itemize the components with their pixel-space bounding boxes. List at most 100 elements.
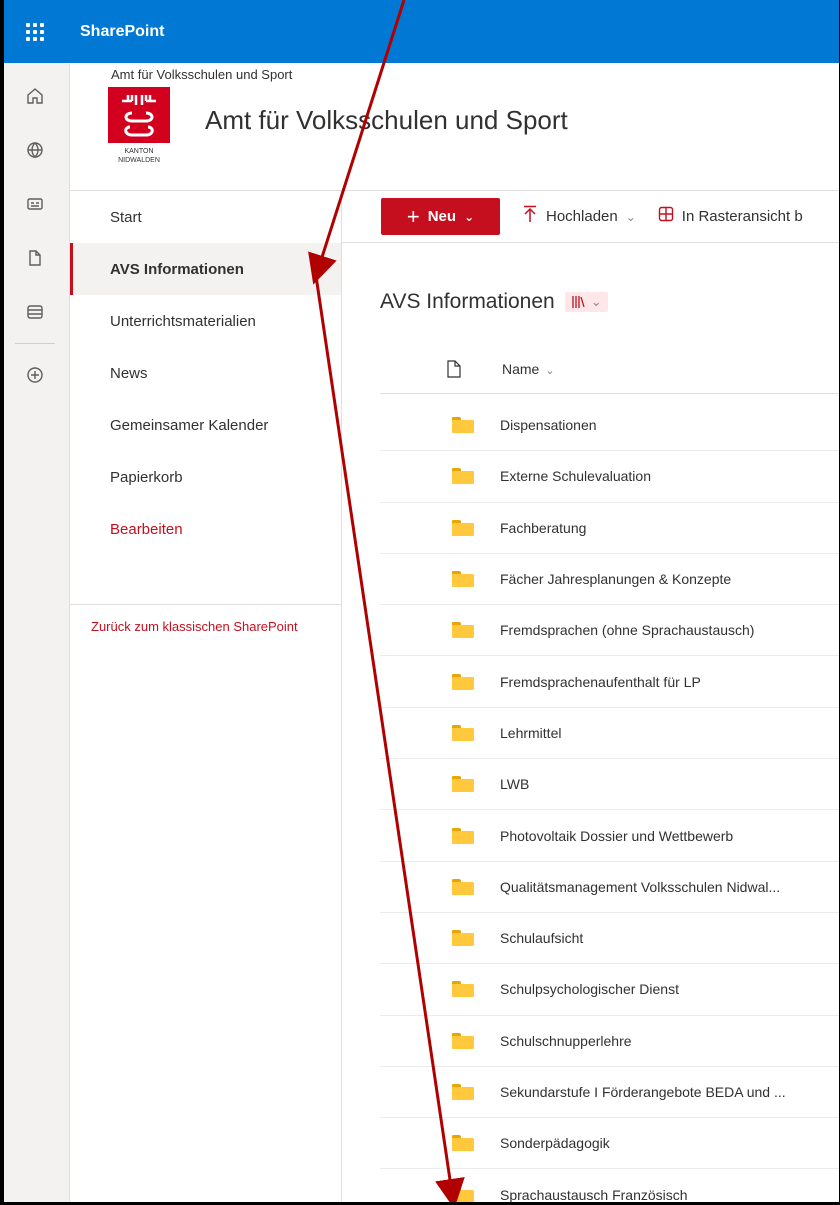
logo-text-kanton: KANTON (124, 148, 153, 155)
folder-icon (452, 981, 474, 998)
nav-edit-link[interactable]: Bearbeiten (70, 503, 341, 555)
folder-name[interactable]: Dispensationen (500, 417, 597, 433)
new-button[interactable]: + Neu ⌄ (381, 198, 500, 235)
chevron-down-icon: ⌄ (590, 294, 602, 309)
list-item[interactable]: Qualitätsmanagement Volksschulen Nidwal.… (380, 862, 839, 913)
grid-view-button[interactable]: In Rasteransicht b (658, 206, 803, 227)
nav-item-avs-informationen[interactable]: AVS Informationen (70, 243, 341, 295)
nav-item-unterrichtsmaterialien[interactable]: Unterrichtsmaterialien (70, 295, 341, 347)
list-item[interactable]: Schulschnupperlehre (380, 1016, 839, 1067)
upload-label: Hochladen (546, 208, 618, 225)
folder-icon (452, 1032, 474, 1049)
library-title-text[interactable]: AVS Informationen (380, 290, 555, 314)
list-icon[interactable] (4, 285, 66, 339)
folder-name[interactable]: Lehrmittel (500, 725, 561, 741)
list-header: Name ⌄ (380, 344, 839, 394)
folder-icon (452, 519, 474, 536)
chevron-down-icon: ⌄ (464, 209, 475, 224)
add-circle-icon[interactable] (4, 348, 66, 402)
list-item[interactable]: Photovoltaik Dossier und Wettbewerb (380, 810, 839, 862)
plus-icon: + (406, 203, 420, 229)
chevron-down-icon: ⌄ (625, 209, 636, 224)
list-item[interactable]: Fächer Jahresplanungen & Konzepte (380, 554, 839, 606)
folder-icon (452, 827, 474, 844)
classic-sharepoint-link[interactable]: Zurück zum klassischen SharePoint (91, 619, 298, 634)
library-icon (572, 296, 585, 308)
folder-icon (452, 417, 474, 434)
list-item[interactable]: Fremdsprachenaufenthalt für LP (380, 656, 839, 708)
library-title: AVS Informationen ⌄ (380, 290, 608, 314)
nav-divider (70, 604, 342, 605)
nav-item-papierkorb[interactable]: Papierkorb (70, 451, 341, 503)
folder-name[interactable]: Qualitätsmanagement Volksschulen Nidwal.… (500, 879, 780, 895)
suite-bar: SharePoint (4, 0, 839, 63)
list-item[interactable]: Schulaufsicht (380, 913, 839, 965)
globe-icon[interactable] (4, 123, 66, 177)
folder-name[interactable]: Schulschnupperlehre (500, 1033, 632, 1049)
folder-name[interactable]: Schulpsychologischer Dienst (500, 981, 679, 997)
nav-edit-label: Bearbeiten (110, 520, 183, 538)
folder-name[interactable]: Photovoltaik Dossier und Wettbewerb (500, 828, 733, 844)
logo-text-nidwalden: NIDWALDEN (118, 157, 160, 164)
list-item[interactable]: Schulpsychologischer Dienst (380, 964, 839, 1016)
nav-item-label: Unterrichtsmaterialien (110, 312, 256, 330)
folder-icon (452, 468, 474, 485)
folder-icon (452, 622, 474, 639)
column-header-name[interactable]: Name ⌄ (502, 361, 555, 377)
nav-item-label: Papierkorb (110, 468, 183, 486)
folder-icon (452, 930, 474, 947)
folder-icon (452, 571, 474, 588)
site-logo[interactable]: KANTON NIDWALDEN (108, 87, 170, 167)
folder-name[interactable]: Fächer Jahresplanungen & Konzepte (500, 571, 731, 587)
folder-name[interactable]: Schulaufsicht (500, 930, 583, 946)
folder-name[interactable]: LWB (500, 776, 529, 792)
home-icon[interactable] (4, 69, 66, 123)
folder-name[interactable]: Fremdsprachenaufenthalt für LP (500, 674, 701, 690)
nav-item-label: AVS Informationen (110, 260, 244, 278)
list-item[interactable]: LWB (380, 759, 839, 811)
folder-name[interactable]: Sekundarstufe I Förderangebote BEDA und … (500, 1084, 786, 1100)
upload-button[interactable]: Hochladen ⌄ (522, 205, 636, 228)
list-item[interactable]: Fremdsprachen (ohne Sprachaustausch) (380, 605, 839, 657)
folder-icon (452, 1186, 474, 1202)
app-rail (4, 63, 70, 1202)
library-view-switcher[interactable]: ⌄ (564, 292, 608, 312)
folder-name[interactable]: Fachberatung (500, 520, 586, 536)
chevron-down-icon: ⌄ (545, 364, 555, 377)
nav-item-gemeinsamer-kalender[interactable]: Gemeinsamer Kalender (70, 399, 341, 451)
list-item[interactable]: Externe Schulevaluation (380, 451, 839, 503)
folder-name[interactable]: Externe Schulevaluation (500, 468, 651, 484)
file-icon[interactable] (4, 231, 66, 285)
nav-item-start[interactable]: Start (70, 191, 341, 243)
folder-icon (452, 878, 474, 895)
list-item[interactable]: Sprachaustausch Französisch (380, 1169, 839, 1202)
grid-icon (658, 206, 674, 227)
new-button-label: Neu (427, 208, 457, 225)
list-item[interactable]: Sonderpädagogik (380, 1118, 839, 1170)
site-breadcrumb[interactable]: Amt für Volksschulen und Sport (111, 67, 292, 82)
folder-icon (452, 1135, 474, 1152)
file-type-icon[interactable] (447, 359, 475, 378)
folder-name[interactable]: Fremdsprachen (ohne Sprachaustausch) (500, 622, 754, 638)
nav-item-label: Start (110, 208, 142, 226)
list-item[interactable]: Fachberatung (380, 503, 839, 554)
app-frame: SharePoint Amt für Volksschulen und Spor… (0, 0, 840, 1205)
list-item[interactable]: Lehrmittel (380, 708, 839, 760)
rail-divider (15, 343, 55, 344)
news-icon[interactable] (4, 177, 66, 231)
command-bar: + Neu ⌄ Hochladen ⌄ In Rasteransicht b (342, 191, 839, 243)
folder-icon (452, 724, 474, 741)
folder-icon (452, 776, 474, 793)
site-navigation: Start AVS Informationen Unterrichtsmater… (70, 191, 342, 1202)
folder-name[interactable]: Sonderpädagogik (500, 1135, 610, 1151)
list-item[interactable]: Dispensationen (380, 400, 839, 452)
folder-icon (452, 1084, 474, 1100)
folder-name[interactable]: Sprachaustausch Französisch (500, 1187, 688, 1202)
list-item[interactable]: Sekundarstufe I Förderangebote BEDA und … (380, 1067, 839, 1119)
app-name[interactable]: SharePoint (80, 23, 164, 41)
app-launcher-icon[interactable] (4, 0, 66, 63)
document-list: Dispensationen Externe Schulevaluation Fac… (380, 400, 839, 1202)
site-title[interactable]: Amt für Volksschulen und Sport (205, 105, 568, 136)
nav-item-news[interactable]: News (70, 347, 341, 399)
nav-item-label: News (110, 364, 148, 382)
